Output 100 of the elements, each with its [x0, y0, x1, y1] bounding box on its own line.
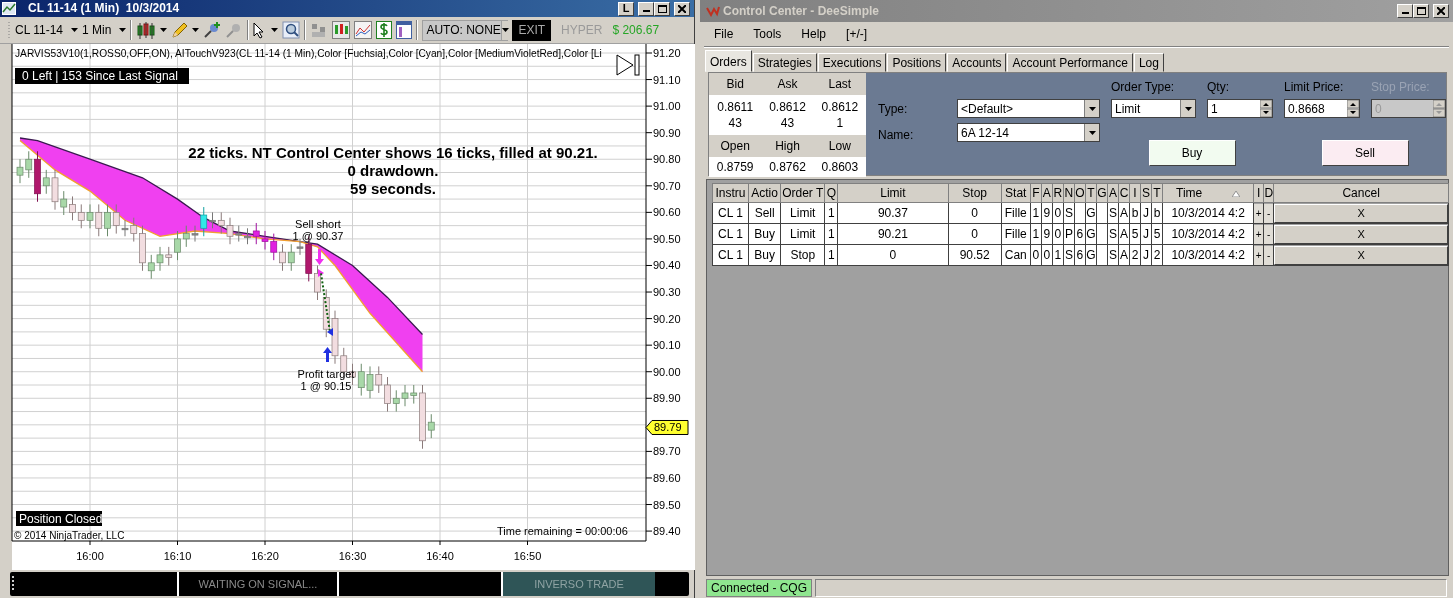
tab[interactable]: Executions: [817, 53, 887, 72]
sell-button[interactable]: Sell: [1321, 140, 1409, 166]
play-icon[interactable]: [616, 54, 640, 76]
adjust-button[interactable]: +: [1254, 224, 1263, 244]
price-label: 91.20: [653, 47, 681, 59]
caret-icon[interactable]: [160, 28, 168, 32]
line-chart-icon[interactable]: [354, 21, 373, 39]
column-header[interactable]: O: [1074, 183, 1086, 203]
column-header[interactable]: Cancel: [1273, 183, 1449, 203]
column-header[interactable]: R: [1052, 183, 1064, 203]
column-header[interactable]: N: [1063, 183, 1075, 203]
time-remaining-text: Time remaining = 00:00:06: [497, 525, 628, 537]
column-header[interactable]: F: [1030, 183, 1042, 203]
interval-dropdown[interactable]: 1 Min: [82, 21, 127, 39]
tab[interactable]: Strategies: [752, 53, 817, 72]
adjust-button[interactable]: +: [1254, 245, 1263, 265]
table-cell: P: [1063, 223, 1075, 245]
annotation-text: 0 drawdown.: [347, 162, 439, 179]
menu-item[interactable]: Help: [791, 25, 837, 43]
menu-item[interactable]: [+/-]: [836, 25, 878, 43]
column-header[interactable]: Time: [1162, 183, 1254, 203]
table-cell: S: [1107, 244, 1119, 266]
auto-mode-dropdown[interactable]: AUTO: NONE: [422, 19, 509, 41]
number-field[interactable]: 1: [1207, 99, 1273, 118]
table-cell: 0: [948, 202, 1002, 224]
instrument-dropdown[interactable]: CL 11-14: [15, 21, 79, 39]
close-button[interactable]: [674, 1, 690, 16]
tab[interactable]: Accounts: [947, 53, 1007, 72]
session-price: 0.8762: [761, 157, 814, 177]
menu-item[interactable]: Tools: [743, 25, 792, 43]
table-cell: 0: [1030, 244, 1042, 266]
column-header[interactable]: D: [1263, 183, 1274, 203]
table-cell: 90.21: [837, 223, 949, 245]
marker-label: 1 @ 90.15: [300, 380, 352, 392]
menu-item[interactable]: File: [704, 25, 744, 43]
cancel-button[interactable]: X: [1274, 245, 1448, 265]
layout-button[interactable]: L: [618, 1, 634, 16]
maximize-button[interactable]: [1413, 4, 1429, 18]
table-cell: 0: [1041, 244, 1053, 266]
candlestick-icon[interactable]: [136, 21, 157, 39]
candles-icon[interactable]: [332, 21, 351, 39]
chart-icon: [2, 2, 16, 15]
signal-counter-label: 0 Left | 153 Since Last Signal: [15, 68, 189, 84]
adjust-button[interactable]: -: [1264, 224, 1273, 244]
column-header[interactable]: I: [1129, 183, 1141, 203]
buy-button[interactable]: Buy: [1148, 140, 1236, 166]
column-header[interactable]: G: [1096, 183, 1108, 203]
time-label: 16:50: [513, 550, 542, 562]
table-cell: b: [1151, 202, 1163, 224]
name-dropdown[interactable]: 6A 12-14: [957, 123, 1100, 142]
grip-icon[interactable]: [8, 21, 11, 39]
time-label: 16:00: [76, 550, 104, 562]
pencil-icon[interactable]: [171, 21, 189, 39]
window-title: CL 11-14 (1 Min) 10/3/2014: [28, 0, 180, 17]
tab[interactable]: Account Performance: [1007, 53, 1133, 72]
adjust-button[interactable]: -: [1264, 203, 1273, 223]
minimize-button[interactable]: [638, 1, 654, 16]
table-cell: 90.37: [837, 202, 949, 224]
column-header[interactable]: Order T: [780, 183, 825, 203]
number-field[interactable]: 0.8668: [1284, 99, 1360, 118]
maximize-icon: [657, 4, 667, 13]
adjust-button[interactable]: -: [1264, 245, 1273, 265]
dollar-icon[interactable]: [376, 21, 393, 39]
quote-size: 43: [761, 115, 814, 135]
minimize-button[interactable]: [1397, 4, 1413, 18]
column-header[interactable]: T: [1085, 183, 1097, 203]
tab[interactable]: Positions: [887, 53, 947, 72]
table-cell: 5: [1151, 223, 1163, 245]
quote-price: 0.8612: [813, 95, 866, 115]
caret-icon[interactable]: [271, 28, 279, 32]
panel-icon[interactable]: [396, 21, 413, 39]
exit-button[interactable]: EXIT: [512, 19, 552, 41]
field-label: Name:: [878, 127, 915, 144]
entry-marker-icon: [318, 269, 324, 277]
tab[interactable]: Orders: [705, 50, 752, 72]
maximize-button[interactable]: [654, 1, 670, 16]
cancel-button[interactable]: X: [1274, 203, 1448, 223]
column-header[interactable]: Limit: [837, 183, 949, 203]
column-header[interactable]: Stat: [1001, 183, 1031, 203]
close-button[interactable]: [1433, 4, 1449, 18]
column-header[interactable]: S: [1140, 183, 1152, 203]
caret-icon[interactable]: [192, 28, 200, 32]
column-header[interactable]: I: [1253, 183, 1264, 203]
column-header[interactable]: C: [1118, 183, 1130, 203]
column-header[interactable]: Stop: [948, 183, 1002, 203]
adjust-button[interactable]: +: [1254, 203, 1263, 223]
column-header[interactable]: Instru: [712, 183, 749, 203]
tab[interactable]: Log: [1133, 53, 1164, 72]
magnifier-icon[interactable]: [282, 21, 301, 39]
cancel-button[interactable]: X: [1274, 224, 1448, 244]
type-dropdown[interactable]: <Default>: [957, 99, 1100, 118]
table-cell: 1: [1030, 223, 1042, 245]
column-header[interactable]: T: [1151, 183, 1163, 203]
pin-plus-icon[interactable]: [203, 21, 222, 39]
column-header[interactable]: A: [1041, 183, 1053, 203]
table-cell: J: [1140, 202, 1152, 224]
column-header[interactable]: A: [1107, 183, 1119, 203]
order-type-dropdown[interactable]: Limit: [1111, 99, 1196, 118]
price-label: 91.00: [653, 100, 681, 113]
column-header[interactable]: Actio: [748, 183, 781, 203]
